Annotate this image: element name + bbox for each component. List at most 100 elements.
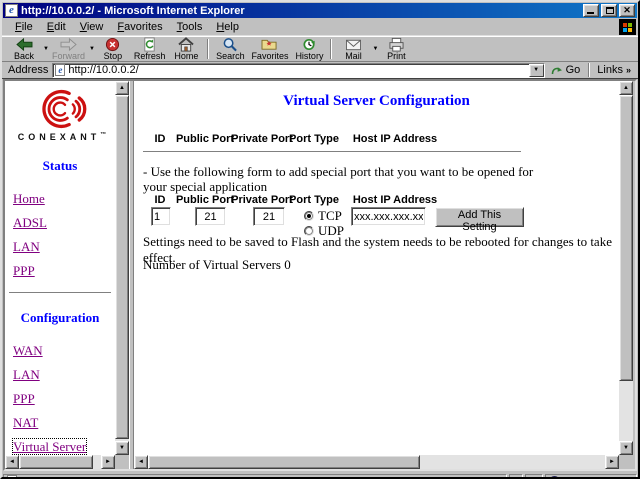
tcp-label: TCP [318, 208, 342, 224]
tcp-radio[interactable] [304, 211, 314, 221]
conexant-logo [28, 87, 92, 131]
history-button[interactable]: History [291, 37, 327, 61]
scroll-right-icon[interactable]: ► [101, 455, 115, 469]
refresh-button[interactable]: Refresh [131, 37, 169, 61]
main-vscroll-thumb[interactable] [619, 95, 633, 381]
sidebar-frame: CONEXANT™ Status Home ADSL LAN PPP Confi… [5, 81, 129, 469]
sidebar-item-adsl[interactable]: ADSL [5, 211, 115, 235]
ie-e-icon: e [5, 4, 18, 17]
sidebar-item-virtual-server[interactable]: Virtual Server [5, 435, 115, 455]
main-hscroll-thumb[interactable] [148, 455, 420, 469]
refresh-icon [142, 37, 157, 52]
port-type-tcp-option[interactable]: TCP [304, 209, 342, 222]
menubar: File Edit View Favorites Tools Help [2, 19, 638, 36]
column-header-host-ip: Host IP Address [350, 133, 440, 145]
id-field[interactable] [151, 207, 171, 226]
menu-favorites[interactable]: Favorites [110, 20, 169, 34]
home-icon [178, 37, 194, 52]
sidebar-item-lan-config[interactable]: LAN [5, 363, 115, 387]
forward-button[interactable]: Forward [49, 37, 88, 61]
sidebar: CONEXANT™ Status Home ADSL LAN PPP Confi… [5, 81, 115, 455]
toolbar: Back ▼ Forward ▼ Stop Refresh [2, 36, 638, 62]
ie-page-icon: e [7, 475, 17, 479]
address-dropdown-icon[interactable]: ▼ [529, 64, 544, 77]
sidebar-item-wan[interactable]: WAN [5, 339, 115, 363]
sidebar-divider [9, 292, 111, 294]
menu-help[interactable]: Help [209, 20, 246, 34]
ie-page-icon: e [55, 64, 65, 76]
main-frame: Virtual Server Configuration ID Public P… [134, 81, 633, 469]
search-icon [222, 37, 238, 52]
horizontal-rule [143, 151, 521, 153]
sidebar-item-nat[interactable]: NAT [5, 411, 115, 435]
ie-throbber [619, 19, 636, 35]
main-vertical-scrollbar[interactable]: ▲ ▼ [619, 81, 633, 455]
restore-button[interactable] [601, 4, 617, 17]
zone-label: Internet [563, 476, 597, 479]
add-this-setting-button[interactable]: Add This Setting [435, 207, 524, 227]
scroll-left-icon[interactable]: ◄ [5, 455, 19, 469]
scrollbar-corner [619, 455, 633, 469]
address-input[interactable] [68, 64, 528, 76]
address-separator [588, 63, 590, 77]
address-field[interactable]: e ▼ [52, 63, 544, 78]
history-icon [301, 37, 317, 52]
print-button[interactable]: Print [378, 37, 414, 61]
sidebar-vertical-scrollbar[interactable]: ▲ ▼ [115, 81, 129, 455]
search-button[interactable]: Search [212, 37, 248, 61]
favorites-button[interactable]: Favorites [248, 37, 291, 61]
menu-view[interactable]: View [73, 20, 111, 34]
links-chevron-icon: » [626, 65, 631, 75]
form-header-row: ID Public Port Private Port Port Type Ho… [134, 194, 619, 207]
status-zone-pane: Internet [545, 474, 637, 479]
scroll-left-icon[interactable]: ◄ [134, 455, 148, 469]
scroll-down-icon[interactable]: ▼ [619, 441, 633, 455]
sidebar-item-ppp-config[interactable]: PPP [5, 387, 115, 411]
mail-button[interactable]: Mail [335, 37, 371, 61]
internet-globe-icon [549, 476, 560, 479]
status-message-pane: e Done [3, 474, 507, 479]
public-port-field[interactable] [195, 207, 226, 226]
form-header-host-ip: Host IP Address [350, 194, 440, 206]
scroll-right-icon[interactable]: ► [605, 455, 619, 469]
private-port-field[interactable] [253, 207, 285, 226]
scroll-down-icon[interactable]: ▼ [115, 441, 129, 455]
browser-window: e http://10.0.0.2/ - Microsoft Internet … [0, 0, 640, 479]
close-button[interactable]: ✕ [619, 4, 635, 17]
sidebar-horizontal-scrollbar[interactable]: ◄ ► [5, 455, 115, 469]
server-count-text: Number of Virtual Servers 0 [143, 257, 613, 273]
go-button[interactable]: Go [545, 64, 587, 76]
sidebar-hscroll-thumb[interactable] [19, 455, 93, 469]
window-title: http://10.0.0.2/ - Microsoft Internet Ex… [21, 5, 583, 17]
host-ip-field[interactable] [351, 207, 426, 226]
page-title: Virtual Server Configuration [134, 93, 619, 110]
links-button[interactable]: Links » [592, 64, 636, 76]
scroll-up-icon[interactable]: ▲ [619, 81, 633, 95]
menu-file[interactable]: File [8, 20, 40, 34]
stop-icon [105, 37, 120, 52]
mail-icon [345, 37, 362, 52]
status-message: Done [23, 476, 47, 479]
scroll-up-icon[interactable]: ▲ [115, 81, 129, 95]
sidebar-heading-status: Status [5, 158, 115, 174]
sidebar-item-home[interactable]: Home [5, 187, 115, 211]
page-content: CONEXANT™ Status Home ADSL LAN PPP Confi… [3, 79, 637, 471]
windows-flag-icon [623, 23, 632, 32]
print-icon [388, 37, 405, 52]
sidebar-vscroll-thumb[interactable] [115, 95, 129, 439]
sidebar-heading-configuration: Configuration [5, 310, 115, 326]
menu-tools[interactable]: Tools [170, 20, 210, 34]
back-button[interactable]: Back [6, 37, 42, 61]
minimize-button[interactable] [583, 4, 599, 17]
main-horizontal-scrollbar[interactable]: ◄ ► [134, 455, 619, 469]
stop-button[interactable]: Stop [95, 37, 131, 61]
menu-edit[interactable]: Edit [40, 20, 73, 34]
sidebar-item-ppp-status[interactable]: PPP [5, 259, 115, 283]
status-bar: e Done Internet [3, 472, 637, 479]
go-label: Go [566, 64, 581, 76]
table-header-row: ID Public Port Private Port Port Type Ho… [134, 133, 619, 146]
address-bar: Address e ▼ Go Links » [2, 62, 638, 79]
home-button[interactable]: Home [168, 37, 204, 61]
sidebar-item-lan-status[interactable]: LAN [5, 235, 115, 259]
back-arrow-icon [15, 37, 34, 52]
